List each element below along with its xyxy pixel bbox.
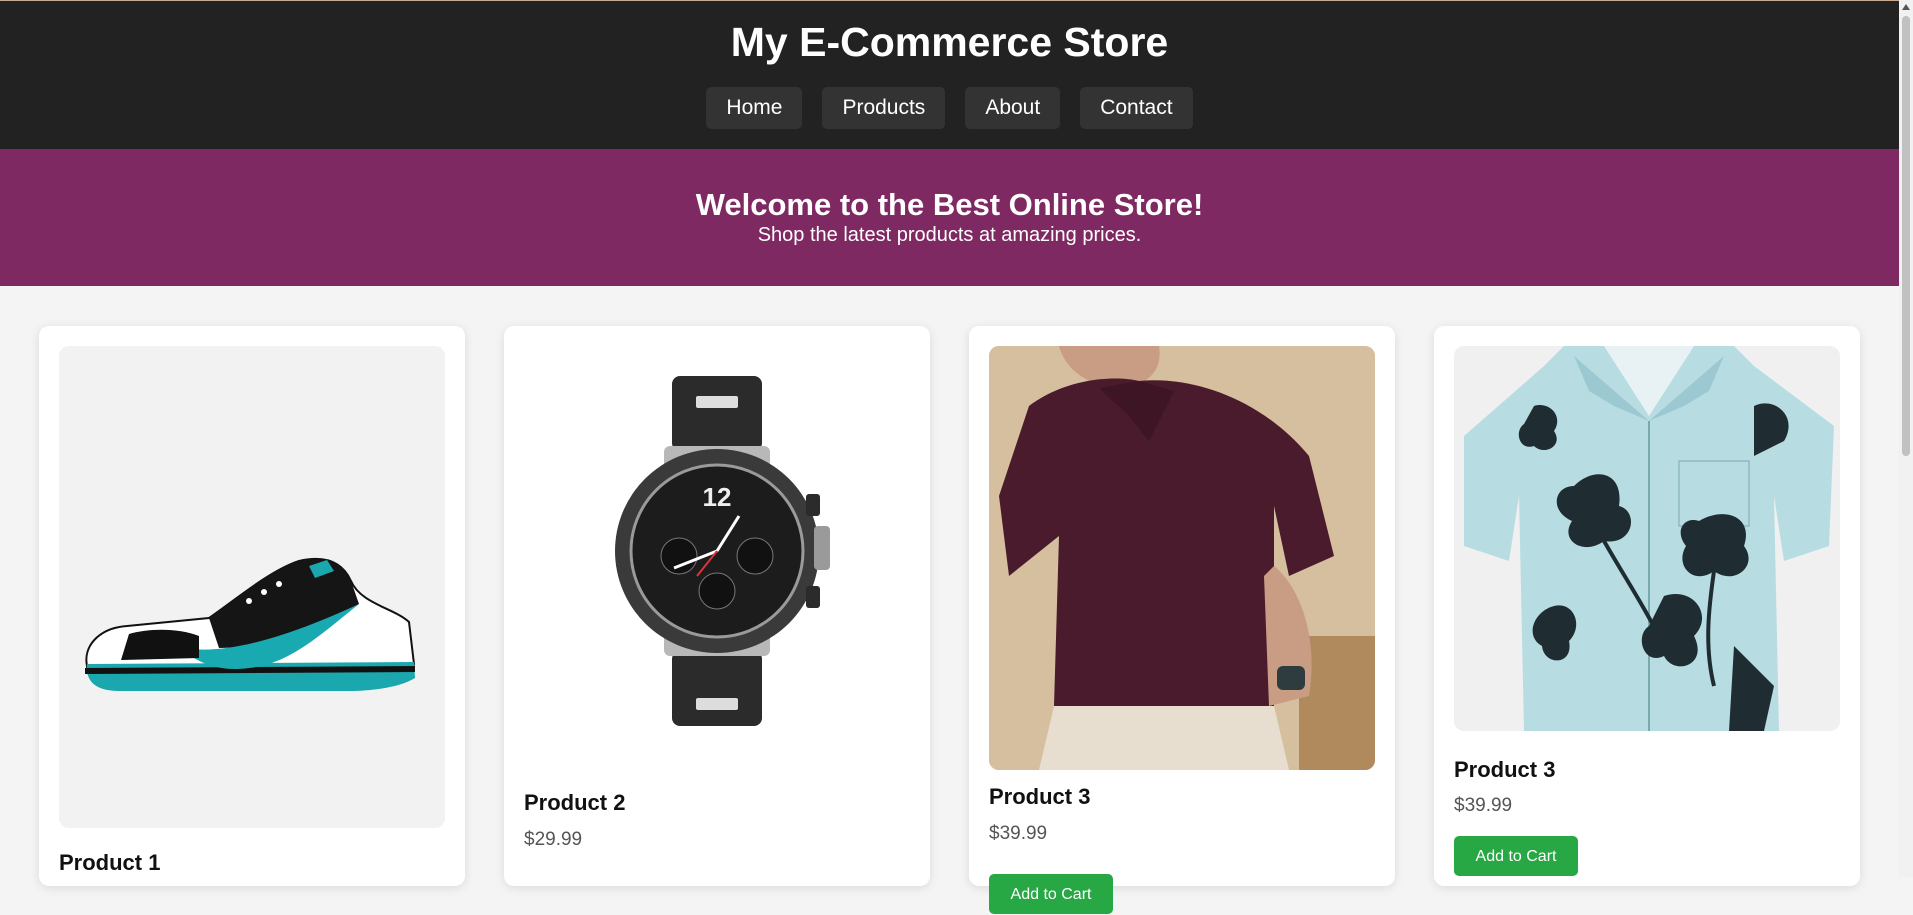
site-title: My E-Commerce Store [730,19,1169,65]
scrollbar-thumb[interactable] [1902,16,1910,456]
product-card-3: Product 3 $39.99 Add to Cart [969,326,1395,914]
product-price: $39.99 [989,823,1048,844]
product-card-1: Product 1 [39,326,465,886]
product-price: $29.99 [524,829,583,850]
product-title: Product 2 [524,790,626,815]
product-title: Product 3 [1454,757,1556,782]
product-title: Product 3 [989,784,1091,809]
add-to-cart-button[interactable]: Add to Cart [989,874,1113,914]
product-title: Product 1 [59,850,161,875]
nav-home[interactable]: Home [706,87,803,129]
hero-heading: Welcome to the Best Online Store! [695,187,1204,222]
product-card-4: Product 3 $39.99 Add to Cart [1434,326,1860,886]
floral-shirt-image[interactable] [1454,346,1840,731]
nav-contact[interactable]: Contact [1080,87,1193,129]
nav-about[interactable]: About [965,87,1061,129]
hero-banner: Welcome to the Best Online Store! Shop t… [0,149,1899,286]
polo-shirt-image[interactable] [989,346,1375,770]
product-price: $39.99 [1454,795,1513,816]
scroll-up-icon[interactable] [1902,4,1910,10]
main-nav: Home Products About Contact [0,87,1899,129]
nav-products[interactable]: Products [822,87,946,129]
product-card-2: 12 Product 2 $29.99 [504,326,930,886]
site-header: My E-Commerce Store Home Products About Con… [0,1,1899,149]
watch-image[interactable]: 12 [524,346,910,768]
page-scrollbar[interactable] [1899,0,1913,877]
sneaker-image[interactable] [59,346,445,828]
add-to-cart-button[interactable]: Add to Cart [1454,836,1578,876]
svg-text:12: 12 [703,482,732,512]
hero-subtitle: Shop the latest products at amazing pric… [757,224,1142,246]
